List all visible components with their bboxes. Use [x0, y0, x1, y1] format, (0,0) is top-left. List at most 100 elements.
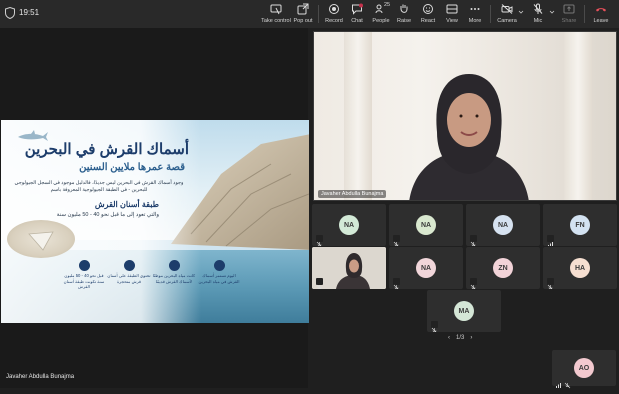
leave-label: Leave	[593, 18, 609, 24]
self-view-tile[interactable]: AO	[552, 350, 616, 389]
share-label: Share	[561, 18, 577, 24]
take-control-button[interactable]: Take control	[261, 3, 291, 25]
participant-tile[interactable]: FN	[543, 204, 617, 246]
speaker-name-label: Javaher Abdulla Bunajma	[318, 190, 387, 198]
slide-fact-text: كانت مياه البحرين موطنًا لأسماك القرش قد…	[152, 273, 196, 284]
speaker-person-image	[409, 74, 529, 200]
camera-label: Camera	[497, 18, 517, 24]
slide-paragraph-2: والتي تعود إلى ما قبل نحو 40 - 50 مليون …	[56, 212, 159, 218]
mic-off-icon	[316, 278, 323, 289]
chevron-right-icon[interactable]: ›	[470, 335, 472, 341]
raise-hand-icon	[400, 4, 408, 13]
slide-paragraph: وجود أسماك القرش في البحرين ليس جديدًا، …	[14, 180, 184, 194]
chat-icon	[352, 3, 363, 15]
participant-tile[interactable]: HA	[543, 247, 617, 289]
avatar: ZN	[493, 258, 513, 278]
more-button[interactable]: More	[468, 3, 482, 25]
slide-fact: اليوم تستمر أسماك القرش في مياه البحرين	[196, 260, 242, 284]
meeting-timer: 19:51	[19, 8, 40, 17]
leave-button[interactable]: Leave	[591, 3, 611, 25]
tooth-icon	[123, 260, 135, 271]
mic-off-icon	[431, 321, 438, 332]
react-icon	[423, 4, 433, 14]
slide-fact: قبل نحو 40 - 50 مليون سنة تكونت طبقة أسن…	[61, 260, 107, 290]
participant-tile[interactable]: MA	[427, 290, 501, 332]
mic-off-icon	[564, 376, 571, 389]
take-control-icon	[270, 4, 282, 15]
chevron-down-icon[interactable]	[549, 9, 555, 15]
avatar: NA	[416, 258, 436, 278]
mic-off-icon	[533, 3, 543, 14]
view-button[interactable]: View	[445, 3, 459, 25]
chevron-left-icon[interactable]: ‹	[448, 335, 450, 341]
mic-button[interactable]: Mic	[532, 3, 544, 25]
chevron-down-icon[interactable]	[518, 9, 524, 15]
avatar: MA	[454, 301, 474, 321]
mic-off-icon	[393, 278, 400, 289]
curtain	[564, 32, 592, 200]
slide-heading: طبقة أسنان القرش	[94, 200, 159, 209]
fossil-icon	[168, 260, 180, 271]
participant-tile[interactable]: NA	[389, 247, 463, 289]
participant-tile[interactable]: NA	[389, 204, 463, 246]
people-button[interactable]: 25 People	[372, 2, 391, 25]
take-control-label: Take control	[261, 18, 291, 24]
shield-icon	[5, 7, 15, 19]
share-button[interactable]: Share	[562, 3, 576, 25]
chat-button[interactable]: Chat	[350, 3, 364, 25]
participant-tile-video[interactable]	[312, 247, 386, 289]
camera-icon	[501, 4, 513, 14]
participant-tile[interactable]: ZN	[466, 247, 540, 289]
people-count: 25	[384, 2, 391, 8]
view-label: View	[446, 18, 458, 24]
chat-label: Chat	[351, 18, 363, 24]
record-button[interactable]: Record	[325, 3, 343, 25]
mic-label: Mic	[533, 18, 543, 24]
slide-fact: تحتوي الطبقة على أسنان قرش متحجرة	[106, 260, 152, 284]
mic-off-icon	[316, 235, 323, 246]
meeting-toolbar: 19:51 Take control Pop out Record Chat 2…	[0, 0, 619, 28]
record-icon	[329, 4, 339, 14]
audio-level-icon	[555, 376, 562, 388]
presenter-name: Javaher Abdulla Bunajma	[6, 374, 75, 380]
share-icon	[563, 4, 575, 14]
slide-fact-text: تحتوي الطبقة على أسنان قرش متحجرة	[107, 273, 151, 284]
clock-icon	[78, 260, 90, 271]
participant-tile[interactable]: NA	[466, 204, 540, 246]
active-speaker-video[interactable]: Javaher Abdulla Bunajma	[313, 31, 617, 201]
avatar: AO	[574, 358, 594, 378]
shared-slide: أسماك القرش في البحرين قصة عمرها ملايين …	[1, 120, 309, 323]
react-button[interactable]: React	[420, 3, 436, 25]
record-label: Record	[325, 18, 343, 24]
pop-out-button[interactable]: Pop out	[293, 3, 313, 25]
camera-button[interactable]: Camera	[497, 3, 517, 25]
wave-icon	[213, 260, 225, 271]
pop-out-label: Pop out	[293, 18, 313, 24]
avatar: NA	[416, 215, 436, 235]
avatar: NA	[493, 215, 513, 235]
slide-fact: كانت مياه البحرين موطنًا لأسماك القرش قد…	[151, 260, 197, 284]
toolbar-divider	[318, 5, 319, 23]
slide-subtitle: قصة عمرها ملايين السنين	[79, 162, 185, 173]
view-icon	[446, 4, 458, 14]
raise-hand-button[interactable]: Raise	[397, 3, 411, 25]
more-icon	[470, 8, 480, 10]
slide-title: أسماك القرش في البحرين	[24, 141, 189, 158]
mic-off-icon	[547, 278, 554, 289]
gallery-pager: ‹ 1/3 ›	[448, 335, 472, 341]
participant-tile[interactable]: NA	[312, 204, 386, 246]
toolbar-divider	[584, 5, 585, 23]
audio-level-icon	[547, 235, 554, 246]
page-indicator: 1/3	[456, 335, 465, 341]
shared-content-stage: أسماك القرش في البحرين قصة عمرها ملايين …	[0, 28, 309, 388]
avatar: NA	[339, 215, 359, 235]
mic-off-icon	[393, 235, 400, 246]
slide-fact-text: اليوم تستمر أسماك القرش في مياه البحرين	[198, 273, 240, 284]
slide-tooth-image	[7, 220, 75, 258]
avatar: FN	[570, 215, 590, 235]
pop-out-icon	[297, 3, 309, 15]
react-label: React	[420, 18, 436, 24]
more-label: More	[468, 18, 482, 24]
mic-off-icon	[470, 278, 477, 289]
toolbar-divider	[490, 5, 491, 23]
